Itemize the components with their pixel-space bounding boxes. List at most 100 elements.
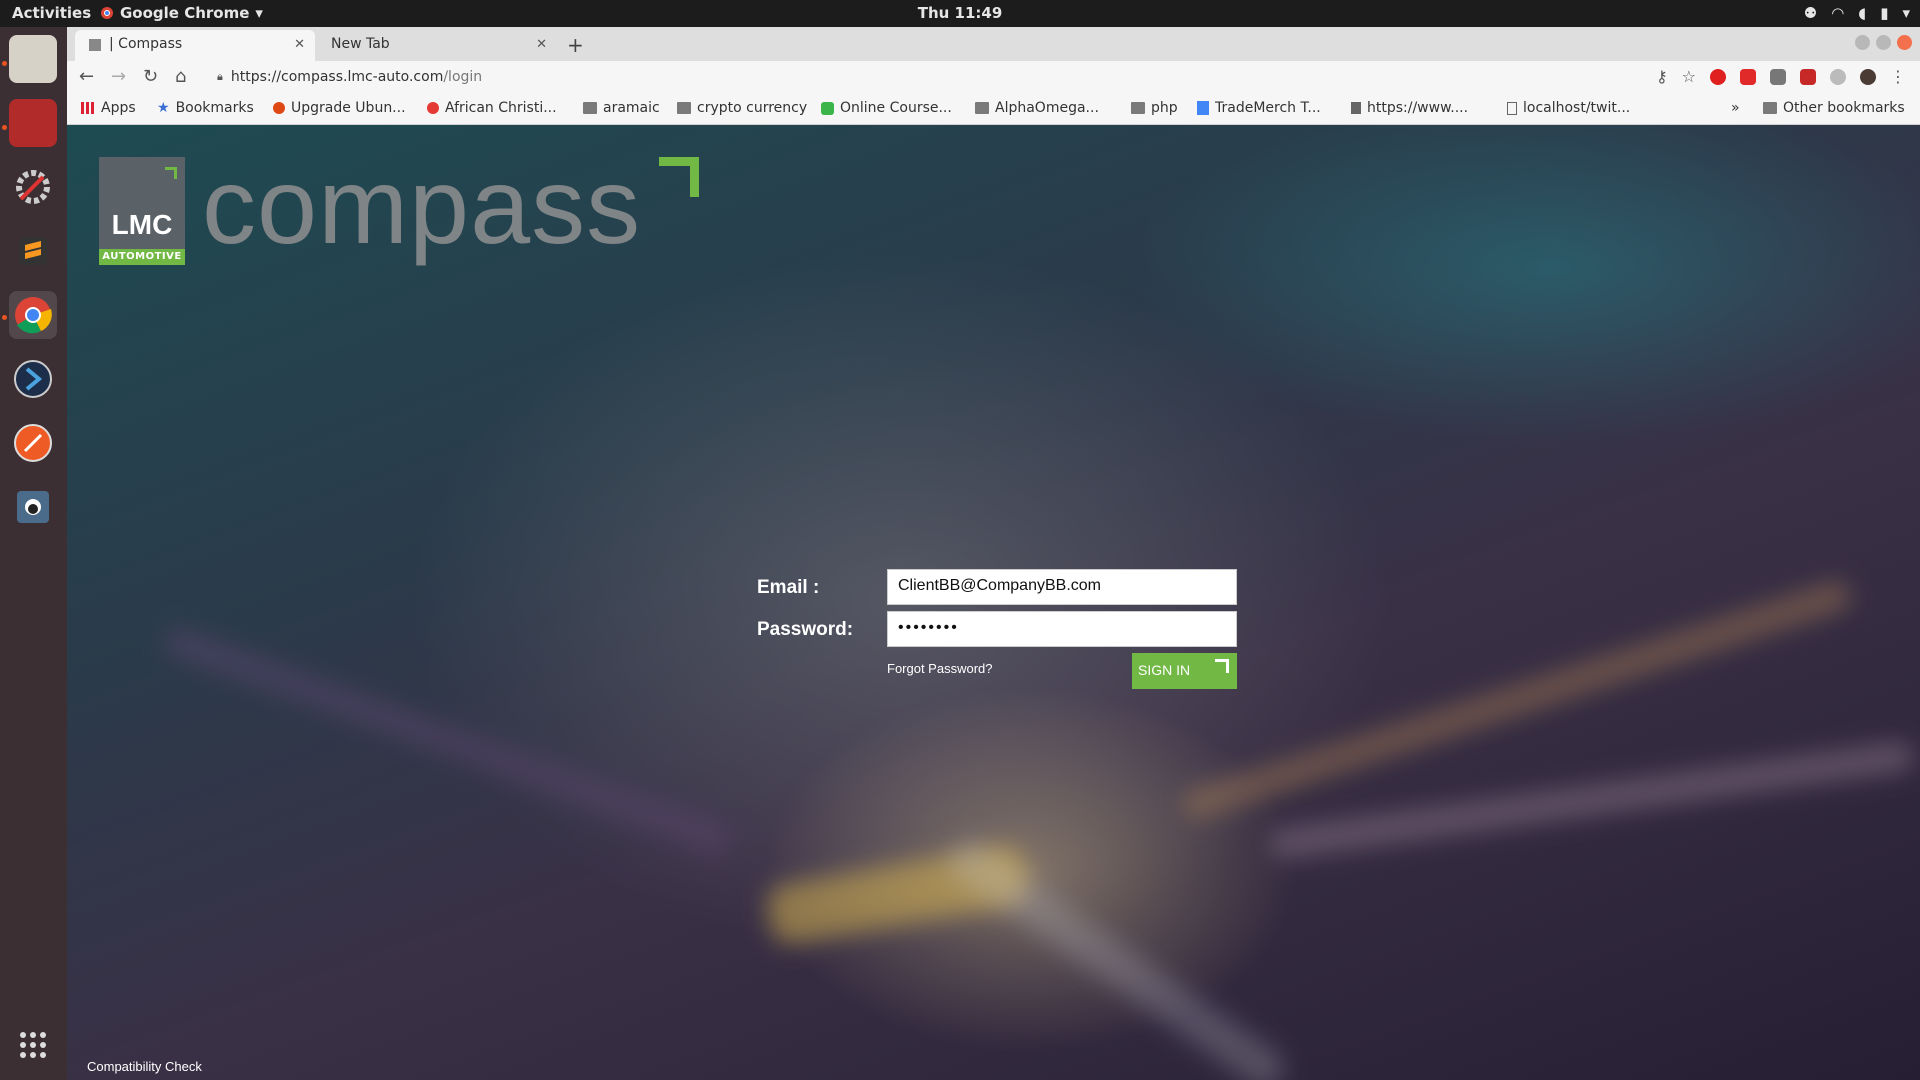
opera-extension-icon[interactable] [1710, 68, 1726, 85]
maximize-icon[interactable] [1876, 35, 1891, 50]
bookmark-https-www[interactable]: https://www.... [1351, 100, 1468, 116]
forgot-password-link[interactable]: Forgot Password? [887, 661, 993, 676]
bookmark-label: aramaic [603, 100, 660, 116]
sign-in-button[interactable]: SIGN IN [1132, 653, 1237, 689]
dock-chrome-icon[interactable] [9, 291, 57, 339]
wifi-icon[interactable]: ◠ [1831, 4, 1844, 22]
chevron-double-right-icon: » [1731, 100, 1740, 116]
lock-icon: 🔒︎ [217, 70, 223, 83]
address-bar[interactable]: 🔒︎ https://compass.lmc-auto.com/login [207, 64, 1627, 90]
folder-icon [1131, 102, 1145, 114]
app-menu-label: Google Chrome [120, 4, 250, 22]
more-menu-icon[interactable]: ⋮ [1890, 67, 1906, 86]
bookmark-localhost-twit[interactable]: localhost/twit... [1507, 100, 1630, 116]
background-light-streak [941, 833, 1293, 1080]
folder-icon [583, 102, 597, 114]
corner-arrow-icon [1215, 659, 1229, 673]
extensions-bar: ⚷ ☆ ⋮ [1656, 67, 1906, 86]
chevron-down-icon[interactable]: ▾ [1902, 4, 1910, 22]
bookmark-aramaic[interactable]: aramaic [583, 100, 660, 116]
page-icon [1507, 101, 1517, 115]
dock-settings-icon[interactable] [9, 163, 57, 211]
chevron-down-icon: ▾ [255, 4, 263, 22]
logo-lmc-text: LMC [111, 209, 173, 240]
bookmark-upgrade-ubuntu[interactable]: Upgrade Ubun... [273, 100, 406, 116]
reload-icon[interactable]: ↻ [143, 66, 158, 87]
wordmark-corner-mark [659, 157, 699, 197]
bookmark-online-course[interactable]: Online Course... [821, 100, 952, 116]
forward-arrow-icon[interactable]: → [111, 66, 126, 87]
shield-extension-icon[interactable] [1800, 68, 1816, 85]
tab-new-tab[interactable]: New Tab ✕ [317, 30, 557, 61]
chrome-small-icon [101, 7, 113, 19]
bookmark-label: TradeMerch T... [1215, 100, 1321, 116]
new-tab-plus-icon[interactable]: + [567, 33, 584, 57]
doc-icon [1197, 101, 1209, 115]
accessibility-icon[interactable]: ⚉ [1804, 4, 1817, 22]
bookmark-alphaomega[interactable]: AlphaOmega... [975, 100, 1099, 116]
site-icon [427, 102, 439, 114]
url-path: /login [443, 69, 483, 85]
clock[interactable]: Thu 11:49 [918, 4, 1003, 22]
bookmarks-overflow-button[interactable]: » [1731, 100, 1740, 116]
show-applications-icon[interactable] [9, 1021, 57, 1069]
bookmark-crypto-currency[interactable]: crypto currency [677, 100, 807, 116]
bookmark-php[interactable]: php [1131, 100, 1178, 116]
key-icon[interactable]: ⚷ [1656, 67, 1668, 86]
gnome-top-bar: Activities Google Chrome ▾ Thu 11:49 ⚉ ◠… [0, 0, 1920, 27]
compatibility-check-link[interactable]: Compatibility Check [87, 1059, 202, 1074]
activities-button[interactable]: Activities [12, 4, 91, 22]
folder-icon [975, 102, 989, 114]
dock-kodi-icon[interactable] [9, 355, 57, 403]
running-indicator [2, 61, 7, 66]
battery-icon[interactable]: ▮ [1880, 4, 1888, 22]
bookmark-bookmarks[interactable]: ★ Bookmarks [157, 100, 254, 116]
app-menu[interactable]: Google Chrome ▾ [100, 4, 263, 22]
sign-in-label: SIGN IN [1138, 662, 1191, 678]
lmc-logo[interactable]: LMC AUTOMOTIVE [99, 157, 185, 265]
dock-postman-icon[interactable] [9, 419, 57, 467]
extension-icon[interactable] [1770, 68, 1786, 85]
ubuntu-dock [0, 27, 67, 1080]
email-field[interactable]: ClientBB@CompanyBB.com [887, 569, 1237, 605]
bookmark-trademerch[interactable]: TradeMerch T... [1197, 100, 1321, 116]
minimize-icon[interactable] [1855, 35, 1870, 50]
running-indicator [2, 315, 7, 320]
password-field[interactable]: •••••••• [887, 611, 1237, 647]
other-bookmarks[interactable]: Other bookmarks [1763, 100, 1905, 116]
dock-file-cabinet-icon[interactable] [9, 35, 57, 83]
volume-icon[interactable]: ◖ [1858, 4, 1866, 22]
home-icon[interactable]: ⌂ [175, 66, 186, 87]
star-icon: ★ [157, 100, 170, 116]
dock-webcam-icon[interactable] [9, 483, 57, 531]
sync-extension-icon[interactable] [1830, 68, 1846, 85]
dock-sublime-text-icon[interactable] [9, 227, 57, 275]
profile-avatar[interactable] [1860, 68, 1876, 85]
tab-strip: | Compass ✕ New Tab ✕ + [67, 27, 1920, 61]
running-indicator [2, 125, 7, 130]
password-label: Password: [757, 619, 854, 640]
window-controls [1855, 35, 1912, 50]
bookmark-label: Bookmarks [175, 100, 254, 116]
folder-icon [1763, 102, 1777, 114]
back-arrow-icon[interactable]: ← [79, 66, 94, 87]
folder-icon [677, 102, 691, 114]
bookmark-african-christian[interactable]: African Christi... [427, 100, 557, 116]
tab-label: | Compass [109, 36, 183, 52]
bookmark-apps[interactable]: Apps [81, 100, 136, 116]
bookmark-label: Other bookmarks [1783, 100, 1905, 116]
bookmark-label: Upgrade Ubun... [291, 100, 406, 116]
bookmark-label: https://www.... [1367, 100, 1469, 116]
bookmark-star-icon[interactable]: ☆ [1682, 67, 1696, 86]
close-window-icon[interactable] [1897, 35, 1912, 50]
youtube-extension-icon[interactable] [1740, 68, 1756, 85]
bookmarks-bar: Apps ★ Bookmarks Upgrade Ubun... African … [67, 93, 1920, 125]
close-icon[interactable]: ✕ [536, 37, 547, 52]
close-icon[interactable]: ✕ [294, 37, 305, 52]
site-icon [1351, 102, 1361, 114]
system-tray[interactable]: ⚉ ◠ ◖ ▮ ▾ [1804, 4, 1910, 22]
dock-presentation-icon[interactable] [9, 99, 57, 147]
tab-compass[interactable]: | Compass ✕ [75, 30, 315, 61]
bookmark-label: Apps [101, 100, 136, 116]
compass-login-page: LMC AUTOMOTIVE compass Email : ClientBB@… [67, 125, 1920, 1080]
